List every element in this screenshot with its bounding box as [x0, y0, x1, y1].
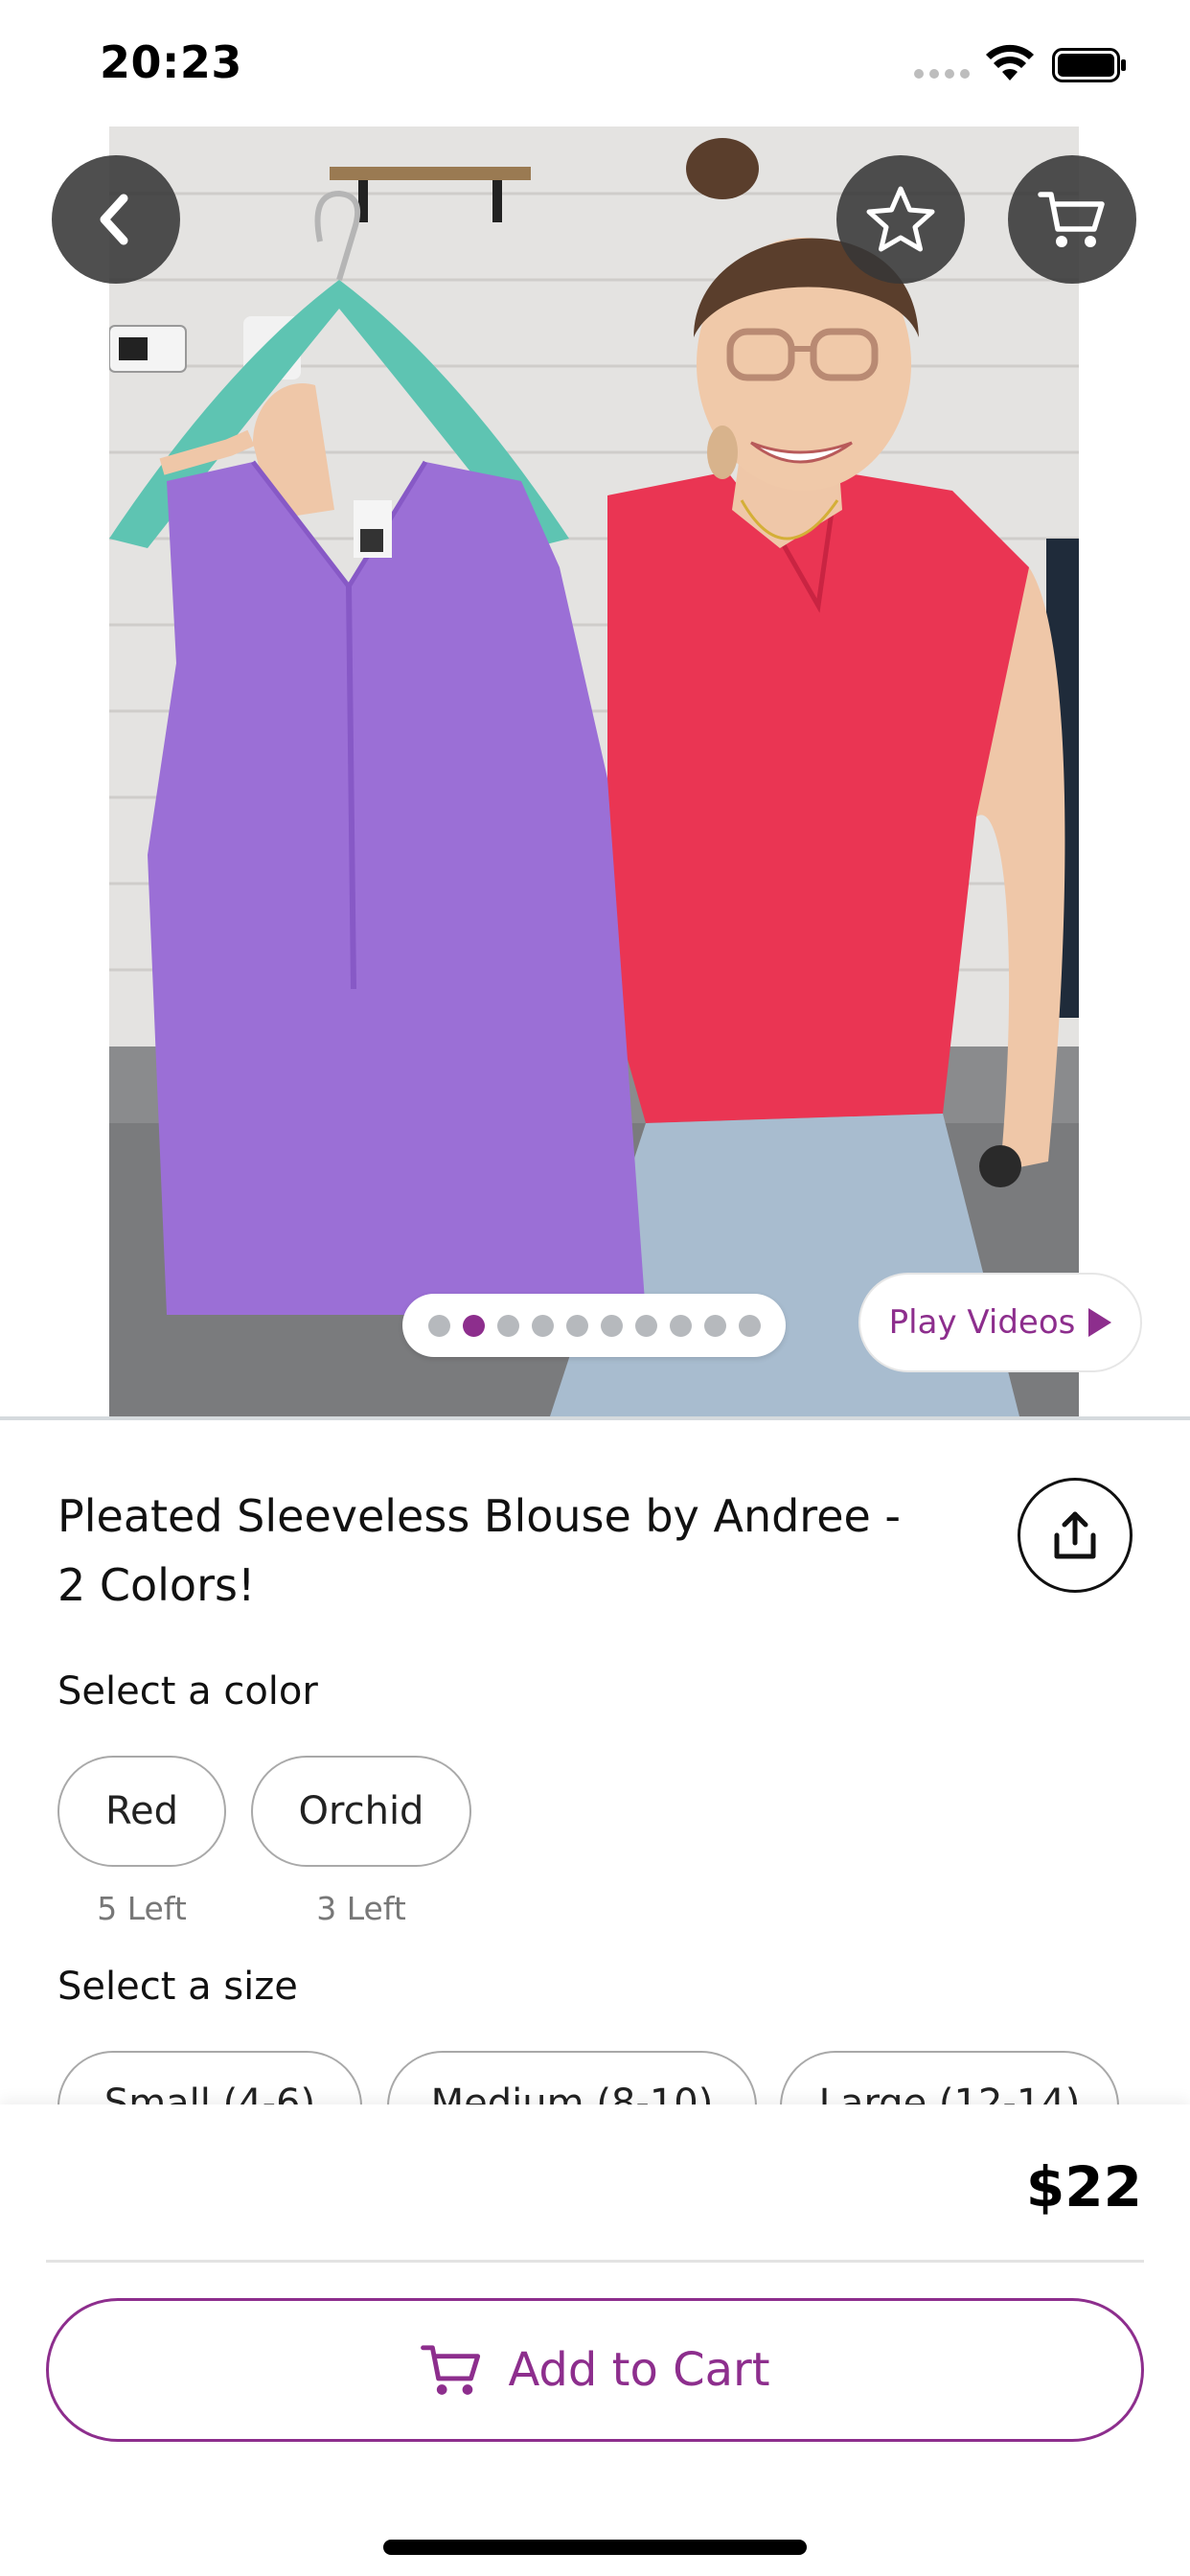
color-option-orchid[interactable]: Orchid [251, 1756, 471, 1867]
pager-dot[interactable] [738, 1314, 761, 1337]
back-button[interactable] [52, 155, 180, 284]
play-icon [1088, 1308, 1112, 1337]
image-pager [402, 1294, 786, 1357]
product-image-carousel[interactable]: Play Videos [0, 126, 1190, 1420]
pager-dot[interactable] [600, 1314, 623, 1337]
home-indicator[interactable] [383, 2540, 807, 2555]
pager-dot[interactable] [634, 1314, 657, 1337]
pager-dot[interactable] [669, 1314, 692, 1337]
pager-dot[interactable] [427, 1314, 450, 1337]
purchase-bar-divider [46, 2260, 1144, 2263]
star-outline-icon [866, 186, 935, 252]
size-option-medium[interactable]: Medium (8-10) [387, 2051, 757, 2105]
play-videos-label: Play Videos [888, 1303, 1076, 1342]
size-option-large[interactable]: Large (12-14) [780, 2051, 1119, 2105]
purchase-bar: $22 Add to Cart [0, 2104, 1190, 2576]
favorite-button[interactable] [836, 155, 965, 284]
product-photo-illustration [109, 126, 1079, 1416]
cellular-signal-icon [914, 69, 970, 79]
cart-icon [421, 2345, 481, 2395]
pager-dot[interactable] [703, 1314, 726, 1337]
size-section-label: Select a size [57, 1965, 298, 2009]
battery-icon [1052, 48, 1126, 82]
cart-icon [1038, 192, 1105, 247]
stock-count-orchid: 3 Left [316, 1890, 406, 1927]
add-to-cart-button[interactable]: Add to Cart [46, 2298, 1144, 2442]
pager-dot-active[interactable] [462, 1314, 485, 1337]
wifi-icon [986, 44, 1034, 80]
chevron-left-icon [100, 194, 128, 245]
product-details: Pleated Sleeveless Blouse by Andree - 2 … [0, 1420, 1190, 2105]
play-videos-button[interactable]: Play Videos [858, 1273, 1142, 1372]
pager-dot[interactable] [565, 1314, 588, 1337]
add-to-cart-label: Add to Cart [508, 2343, 770, 2397]
status-bar: 20:23 [0, 0, 1190, 126]
share-button[interactable] [1018, 1478, 1133, 1593]
share-icon [1054, 1511, 1096, 1559]
pager-dot[interactable] [496, 1314, 519, 1337]
stock-count-red: 5 Left [97, 1890, 187, 1927]
product-price: $22 [1025, 2154, 1142, 2220]
product-title: Pleated Sleeveless Blouse by Andree - 2 … [57, 1490, 902, 1611]
color-section-label: Select a color [57, 1669, 318, 1714]
color-option-red[interactable]: Red [57, 1756, 226, 1867]
pager-dot[interactable] [531, 1314, 554, 1337]
product-photo [109, 126, 1079, 1416]
size-option-small[interactable]: Small (4-6) [57, 2051, 362, 2105]
cart-button[interactable] [1008, 155, 1136, 284]
status-time: 20:23 [100, 36, 242, 88]
